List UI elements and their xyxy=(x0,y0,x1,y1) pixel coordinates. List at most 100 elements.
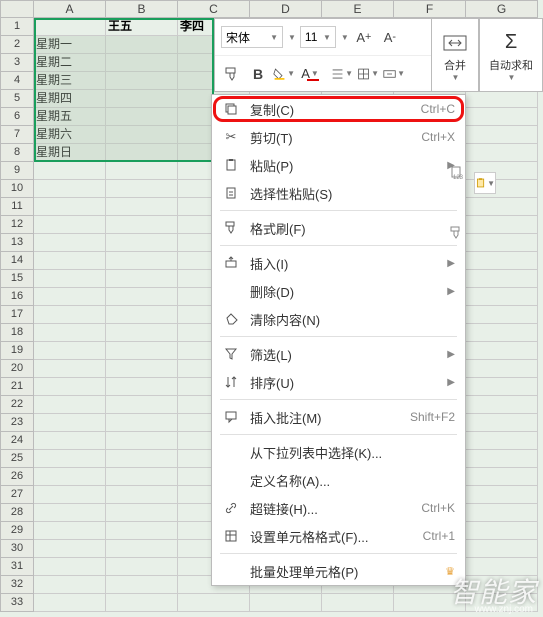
menu-clear[interactable]: 清除内容(N) xyxy=(212,305,465,333)
cell-C33[interactable] xyxy=(178,594,250,612)
cell-B14[interactable] xyxy=(106,252,178,270)
cell-A11[interactable] xyxy=(34,198,106,216)
cell-G7[interactable] xyxy=(466,126,538,144)
cell-A14[interactable] xyxy=(34,252,106,270)
font-dropdown-icon[interactable]: ▼ xyxy=(288,33,296,42)
cell-B31[interactable] xyxy=(106,558,178,576)
row-header-8[interactable]: 8 xyxy=(0,144,34,162)
cell-B24[interactable] xyxy=(106,432,178,450)
cell-G27[interactable] xyxy=(466,486,538,504)
cell-A25[interactable] xyxy=(34,450,106,468)
cell-A18[interactable] xyxy=(34,324,106,342)
menu-dropdown-select[interactable]: 从下拉列表中选择(K)... xyxy=(212,438,465,466)
menu-paste-special[interactable]: 选择性粘贴(S) xyxy=(212,179,465,207)
cell-A30[interactable] xyxy=(34,540,106,558)
cell-A28[interactable] xyxy=(34,504,106,522)
font-color-icon[interactable]: A▼ xyxy=(299,63,321,85)
cell-G14[interactable] xyxy=(466,252,538,270)
cell-A3[interactable]: 星期二 xyxy=(34,54,106,72)
cell-B7[interactable] xyxy=(106,126,178,144)
row-header-10[interactable]: 10 xyxy=(0,180,34,198)
cell-B4[interactable] xyxy=(106,72,178,90)
font-family-select[interactable]: 宋体▼ xyxy=(221,26,283,48)
row-header-12[interactable]: 12 xyxy=(0,216,34,234)
row-header-7[interactable]: 7 xyxy=(0,126,34,144)
menu-format-painter[interactable]: 格式刷(F) xyxy=(212,214,465,242)
cell-B26[interactable] xyxy=(106,468,178,486)
cell-B22[interactable] xyxy=(106,396,178,414)
cell-B32[interactable] xyxy=(106,576,178,594)
cell-A23[interactable] xyxy=(34,414,106,432)
paste-options-button[interactable]: ▼ xyxy=(474,172,496,194)
col-header-F[interactable]: F xyxy=(394,0,466,18)
cell-G17[interactable] xyxy=(466,306,538,324)
cell-G12[interactable] xyxy=(466,216,538,234)
row-header-11[interactable]: 11 xyxy=(0,198,34,216)
row-header-32[interactable]: 32 xyxy=(0,576,34,594)
row-header-31[interactable]: 31 xyxy=(0,558,34,576)
cell-B25[interactable] xyxy=(106,450,178,468)
row-header-5[interactable]: 5 xyxy=(0,90,34,108)
menu-sort[interactable]: 排序(U)▶ xyxy=(212,368,465,396)
cell-G23[interactable] xyxy=(466,414,538,432)
format-painter-icon[interactable] xyxy=(221,63,243,85)
menu-copy[interactable]: 复制(C)Ctrl+C xyxy=(212,95,465,123)
row-header-4[interactable]: 4 xyxy=(0,72,34,90)
cell-B23[interactable] xyxy=(106,414,178,432)
cell-B10[interactable] xyxy=(106,180,178,198)
cell-A29[interactable] xyxy=(34,522,106,540)
row-header-25[interactable]: 25 xyxy=(0,450,34,468)
cell-A17[interactable] xyxy=(34,306,106,324)
cell-G15[interactable] xyxy=(466,270,538,288)
cell-G5[interactable] xyxy=(466,90,538,108)
cell-G28[interactable] xyxy=(466,504,538,522)
cell-B6[interactable] xyxy=(106,108,178,126)
cell-B29[interactable] xyxy=(106,522,178,540)
cell-A26[interactable] xyxy=(34,468,106,486)
row-header-1[interactable]: 1 xyxy=(0,18,34,36)
cell-B20[interactable] xyxy=(106,360,178,378)
cell-B15[interactable] xyxy=(106,270,178,288)
cell-A21[interactable] xyxy=(34,378,106,396)
cell-G13[interactable] xyxy=(466,234,538,252)
cell-A10[interactable] xyxy=(34,180,106,198)
cell-G21[interactable] xyxy=(466,378,538,396)
cell-B28[interactable] xyxy=(106,504,178,522)
cell-A13[interactable] xyxy=(34,234,106,252)
row-header-22[interactable]: 22 xyxy=(0,396,34,414)
cell-A24[interactable] xyxy=(34,432,106,450)
cell-A5[interactable]: 星期四 xyxy=(34,90,106,108)
format-brush-side-icon[interactable] xyxy=(448,224,466,242)
row-header-14[interactable]: 14 xyxy=(0,252,34,270)
row-header-24[interactable]: 24 xyxy=(0,432,34,450)
row-header-20[interactable]: 20 xyxy=(0,360,34,378)
cell-G30[interactable] xyxy=(466,540,538,558)
menu-insert[interactable]: 插入(I)▶ xyxy=(212,249,465,277)
row-header-27[interactable]: 27 xyxy=(0,486,34,504)
cell-A9[interactable] xyxy=(34,162,106,180)
cell-A19[interactable] xyxy=(34,342,106,360)
menu-cut[interactable]: ✂剪切(T)Ctrl+X xyxy=(212,123,465,151)
cell-A1[interactable] xyxy=(34,18,106,36)
row-header-28[interactable]: 28 xyxy=(0,504,34,522)
cell-B19[interactable] xyxy=(106,342,178,360)
col-header-B[interactable]: B xyxy=(106,0,178,18)
cell-A33[interactable] xyxy=(34,594,106,612)
align-icon[interactable]: ▼ xyxy=(331,63,353,85)
cell-A7[interactable]: 星期六 xyxy=(34,126,106,144)
row-header-23[interactable]: 23 xyxy=(0,414,34,432)
cell-D33[interactable] xyxy=(250,594,322,612)
size-dropdown-icon[interactable]: ▼ xyxy=(341,33,349,42)
menu-paste[interactable]: 粘贴(P)▶ xyxy=(212,151,465,179)
menu-define-name[interactable]: 定义名称(A)... xyxy=(212,466,465,494)
col-header-E[interactable]: E xyxy=(322,0,394,18)
cell-A20[interactable] xyxy=(34,360,106,378)
menu-hyperlink[interactable]: 超链接(H)...Ctrl+K xyxy=(212,494,465,522)
decrease-font-icon[interactable]: A- xyxy=(379,26,401,48)
cell-G6[interactable] xyxy=(466,108,538,126)
font-size-select[interactable]: 11▼ xyxy=(300,26,336,48)
cell-A4[interactable]: 星期三 xyxy=(34,72,106,90)
cell-A22[interactable] xyxy=(34,396,106,414)
row-header-17[interactable]: 17 xyxy=(0,306,34,324)
row-header-26[interactable]: 26 xyxy=(0,468,34,486)
